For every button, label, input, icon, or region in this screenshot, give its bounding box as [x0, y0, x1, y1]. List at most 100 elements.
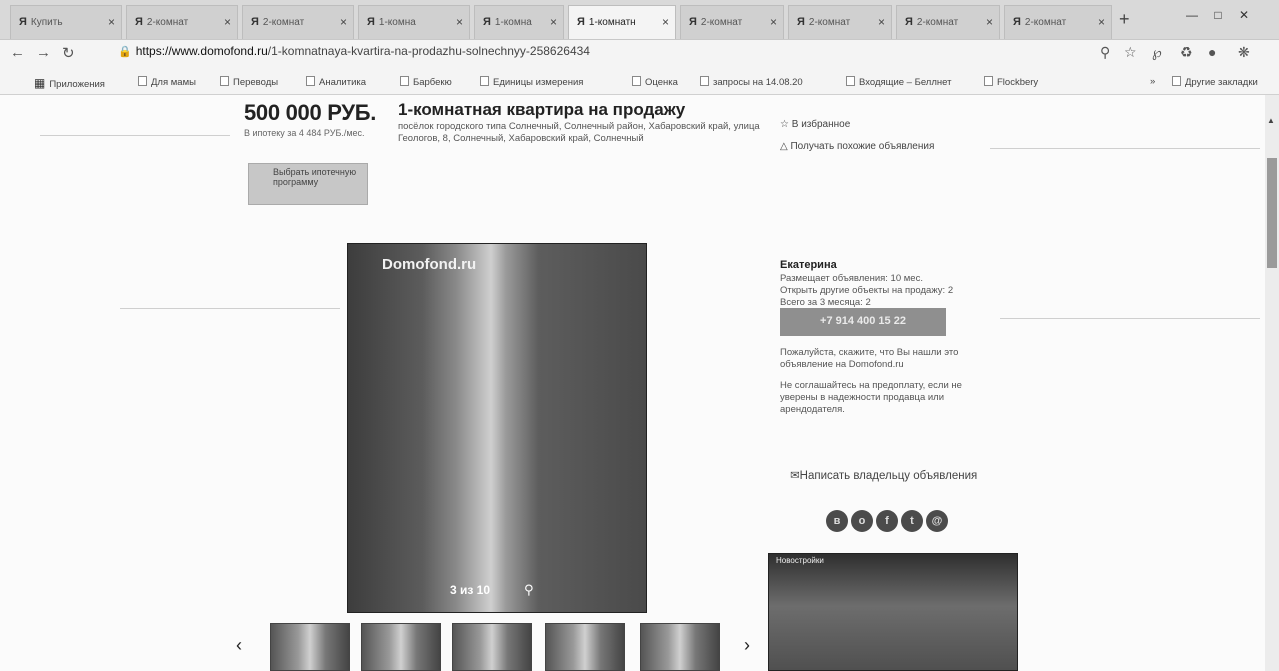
zoom-photo-icon[interactable]: ⚲: [524, 582, 534, 598]
minimize-button[interactable]: —: [1180, 8, 1204, 26]
close-tab-icon[interactable]: ×: [662, 15, 669, 29]
close-tab-icon[interactable]: ×: [770, 15, 777, 29]
zoom-icon[interactable]: ⚲: [1100, 44, 1110, 61]
ok-share-icon[interactable]: о: [851, 510, 873, 532]
browser-tab[interactable]: Я 2-комнат ×: [896, 5, 1000, 39]
scroll-up-arrow[interactable]: ▲: [1267, 116, 1275, 125]
facebook-share-icon[interactable]: f: [876, 510, 898, 532]
seller-since: Размещает объявления: 10 мес.: [780, 273, 923, 284]
close-tab-icon[interactable]: ×: [456, 15, 463, 29]
reload-icon[interactable]: ↻: [62, 44, 75, 62]
photo-thumbnail[interactable]: [545, 623, 625, 671]
apps-grid-icon: ▦: [34, 76, 46, 90]
sync-icon[interactable]: ♻: [1180, 44, 1193, 61]
vk-share-icon[interactable]: в: [826, 510, 848, 532]
twitter-share-icon[interactable]: t: [901, 510, 923, 532]
photo-thumbnail[interactable]: [270, 623, 350, 671]
bookmark-item[interactable]: Для мамы: [138, 76, 196, 88]
favicon-icon: Я: [251, 16, 259, 28]
profile-avatar[interactable]: ●: [1208, 44, 1216, 60]
browser-tab[interactable]: Я 2-комнат ×: [788, 5, 892, 39]
favicon-icon: Я: [367, 16, 375, 28]
favicon-icon: Я: [1013, 16, 1021, 28]
bell-icon: △: [780, 141, 791, 152]
bookmark-other[interactable]: Другие закладки: [1172, 76, 1258, 88]
mortgage-link[interactable]: В ипотеку за 4 484 РУБ./мес.: [244, 128, 384, 139]
star-icon[interactable]: ☆: [1124, 44, 1137, 61]
scrollbar-thumb[interactable]: [1267, 158, 1277, 268]
bookmark-item[interactable]: запросы на 14.08.20: [700, 76, 803, 88]
browser-tab[interactable]: Я Купить ×: [10, 5, 122, 39]
bookmark-item[interactable]: Оценка: [632, 76, 678, 88]
close-tab-icon[interactable]: ×: [108, 15, 115, 29]
forward-arrow-icon[interactable]: →: [36, 44, 51, 61]
envelope-icon: ✉: [790, 470, 800, 482]
divider: [40, 135, 230, 136]
new-tab-button[interactable]: +: [1119, 10, 1130, 28]
folder-icon: [700, 76, 709, 86]
listing-title: 1-комнатная квартира на продажу: [398, 100, 686, 119]
listing-address: посёлок городского типа Солнечный, Солне…: [398, 121, 760, 144]
maximize-button[interactable]: □: [1206, 8, 1230, 26]
photo-thumbnail[interactable]: [640, 623, 720, 671]
bookmarks-more-button[interactable]: »: [1150, 76, 1155, 87]
show-phone-button[interactable]: +7 914 400 15 22: [780, 308, 946, 336]
main-photo[interactable]: [347, 243, 647, 613]
browser-tab[interactable]: Я 2-комнат ×: [1004, 5, 1112, 39]
favicon-icon: Я: [577, 16, 585, 28]
lock-icon: 🔒: [118, 46, 132, 58]
favicon-icon: Я: [797, 16, 805, 28]
ad-banner[interactable]: [768, 553, 1018, 671]
bookmark-item[interactable]: Входящие – Беллнет: [846, 76, 951, 88]
prepayment-warning: Не соглашайтесь на предоплату, если не у…: [780, 380, 962, 415]
browser-tab[interactable]: Я 2-комнат ×: [680, 5, 784, 39]
star-icon: ☆: [780, 119, 792, 130]
bookmark-item[interactable]: Барбекю: [400, 76, 452, 88]
favicon-icon: Я: [905, 16, 913, 28]
close-tab-icon[interactable]: ×: [1098, 15, 1105, 29]
browser-tab-active[interactable]: Я 1-комнатн ×: [568, 5, 676, 39]
folder-icon: [1172, 76, 1181, 86]
close-tab-icon[interactable]: ×: [986, 15, 993, 29]
listing-price: 500 000 РУБ.: [244, 100, 377, 125]
seller-other-listings-link[interactable]: Открыть другие объекты на продажу: 2: [780, 285, 953, 296]
mention-note: Пожалуйста, скажите, что Вы нашли это об…: [780, 347, 959, 370]
browser-tab[interactable]: Я 2-комнат ×: [126, 5, 238, 39]
folder-icon: [400, 76, 409, 86]
close-tab-icon[interactable]: ×: [224, 15, 231, 29]
close-tab-icon[interactable]: ×: [878, 15, 885, 29]
close-tab-icon[interactable]: ×: [340, 15, 347, 29]
mortgage-program-button[interactable]: Выбрать ипотечную программу: [248, 163, 368, 205]
bookmark-item[interactable]: Аналитика: [306, 76, 366, 88]
extension-icon[interactable]: ℘: [1152, 44, 1162, 61]
bookmark-apps[interactable]: ▦ Приложения: [34, 76, 105, 90]
browser-tab[interactable]: Я 1-комна ×: [474, 5, 564, 39]
bookmark-item[interactable]: Переводы: [220, 76, 278, 88]
bookmark-item[interactable]: Единицы измерения: [480, 76, 583, 88]
similar-listings-link[interactable]: △ Получать похожие объявления: [780, 141, 934, 152]
bookmark-item[interactable]: Flockbery: [984, 76, 1038, 88]
mail-share-icon[interactable]: @: [926, 510, 948, 532]
photo-thumbnail[interactable]: [361, 623, 441, 671]
favicon-icon: Я: [19, 16, 27, 28]
favicon-icon: Я: [135, 16, 143, 28]
menu-icon[interactable]: ❋: [1238, 44, 1250, 61]
back-arrow-icon[interactable]: ←: [10, 44, 25, 61]
close-tab-icon[interactable]: ×: [550, 15, 557, 29]
folder-icon: [220, 76, 229, 86]
browser-tab[interactable]: Я 2-комнат ×: [242, 5, 354, 39]
write-owner-button[interactable]: ✉Написать владельцу объявления: [790, 468, 977, 482]
add-to-favorites-link[interactable]: ☆ В избранное: [780, 119, 850, 130]
photo-counter: 3 из 10: [450, 583, 491, 597]
bookmark-favicon-icon: [984, 76, 993, 86]
ruler-icon: [480, 76, 489, 86]
ad-title: Новостройки: [776, 556, 824, 565]
prev-photo-arrow[interactable]: ‹: [236, 635, 242, 656]
divider: [1000, 318, 1260, 319]
next-photo-arrow[interactable]: ›: [744, 635, 750, 656]
photo-thumbnail[interactable]: [452, 623, 532, 671]
watermark-logo: Domofond.ru: [382, 256, 477, 273]
url-field[interactable]: 🔒 https://www.domofond.ru/1-komnatnaya-kv…: [118, 44, 590, 58]
close-window-button[interactable]: ✕: [1232, 8, 1256, 26]
browser-tab[interactable]: Я 1-комна ×: [358, 5, 470, 39]
